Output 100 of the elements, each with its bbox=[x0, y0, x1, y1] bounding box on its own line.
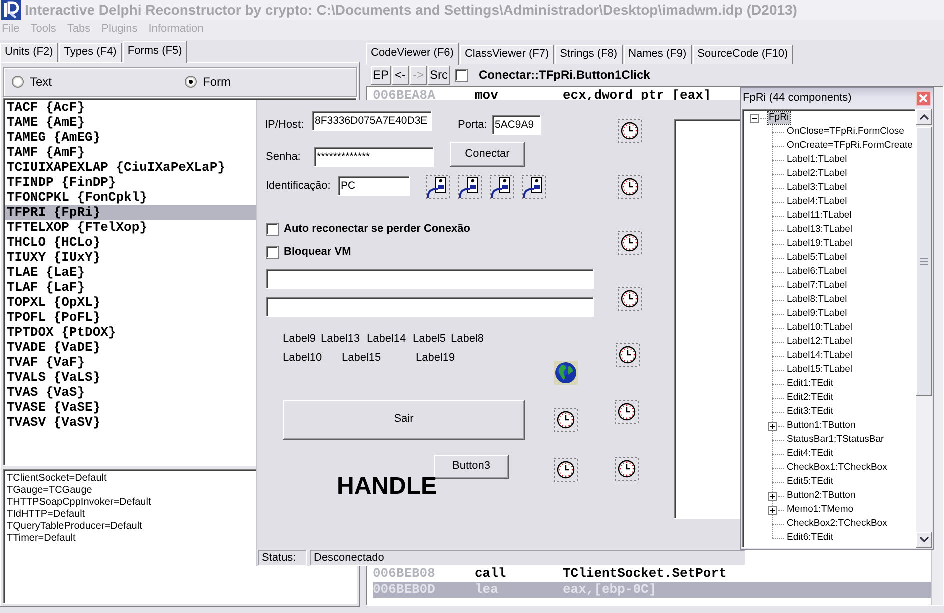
checkbox[interactable]: Auto reconectar se perder Conexão bbox=[266, 222, 470, 236]
tree-item[interactable]: FpRi bbox=[768, 112, 790, 124]
tree-item[interactable]: Edit6:TEdit bbox=[786, 532, 834, 544]
clock-icon bbox=[618, 231, 642, 255]
code-operands: TClientSocket.SetPort bbox=[563, 566, 727, 582]
form-label: IP/Host: bbox=[265, 119, 304, 132]
text-field[interactable] bbox=[266, 297, 594, 317]
form-label: Porta: bbox=[458, 119, 488, 132]
tree-item[interactable]: Label7:TLabel bbox=[786, 280, 848, 292]
expand-icon[interactable] bbox=[768, 492, 777, 500]
window-title: Interactive Delphi Reconstructor by crypto: C:\Documents and Settings\Administrador\Desktop\imadwm.idp (D2013) bbox=[25, 2, 798, 18]
tree-item[interactable]: Label6:TLabel bbox=[786, 266, 848, 278]
tree-item[interactable]: Edit1:TEdit bbox=[786, 378, 834, 390]
tree-item[interactable]: Label12:TLabel bbox=[786, 336, 854, 348]
tree-item[interactable]: CheckBox2:TCheckBox bbox=[786, 518, 888, 530]
text-field[interactable]: 8F3336D075A7E40D3E bbox=[312, 111, 432, 131]
form-label: Label15 bbox=[342, 352, 382, 365]
tree-item[interactable]: Label9:TLabel bbox=[786, 308, 848, 320]
plug-icon bbox=[458, 175, 482, 199]
form-label: Label14 bbox=[367, 333, 406, 346]
radio-option[interactable]: Form bbox=[185, 74, 231, 90]
form-label: Label19 bbox=[416, 352, 456, 365]
tab[interactable]: CodeViewer (F6) bbox=[366, 43, 459, 65]
app-icon bbox=[1, 0, 21, 20]
globe-icon bbox=[554, 361, 578, 385]
tree-item[interactable]: Memo1:TMemo bbox=[786, 504, 855, 516]
caret-down-icon bbox=[920, 537, 928, 543]
tree-item[interactable]: Label8:TLabel bbox=[786, 294, 848, 306]
tree-item[interactable]: Label10:TLabel bbox=[786, 322, 854, 334]
toolbar-button[interactable]: EP bbox=[371, 66, 392, 84]
tab[interactable]: Forms (F5) bbox=[122, 41, 188, 63]
window-title: FpRi (44 components) bbox=[743, 92, 852, 106]
form-button[interactable]: Button3 bbox=[434, 455, 509, 479]
status-panel: Desconectado bbox=[310, 550, 746, 566]
form-label: Label13 bbox=[321, 333, 360, 346]
collapse-icon[interactable] bbox=[750, 114, 759, 122]
close-icon bbox=[919, 94, 928, 103]
tree-item[interactable]: OnClose=TFpRi.FormClose bbox=[786, 126, 906, 138]
tree-item[interactable]: Label19:TLabel bbox=[786, 238, 854, 250]
tree-item[interactable]: Edit2:TEdit bbox=[786, 392, 834, 404]
plug-icon bbox=[490, 175, 514, 199]
tree-item[interactable]: Button1:TButton bbox=[786, 420, 857, 432]
caret-up-icon bbox=[920, 114, 928, 120]
plug-icon bbox=[426, 175, 450, 199]
form-label: Label5 bbox=[413, 333, 446, 346]
tab[interactable]: Units (F2) bbox=[0, 43, 58, 62]
code-address: 006BEA8A bbox=[373, 88, 436, 104]
scroll-thumb[interactable] bbox=[916, 127, 932, 396]
tree-item[interactable]: Label14:TLabel bbox=[786, 350, 854, 362]
form-label: Label9 bbox=[283, 333, 316, 346]
tree-item[interactable]: Label13:TLabel bbox=[786, 224, 854, 236]
tree-item[interactable]: Edit5:TEdit bbox=[786, 476, 834, 488]
tree-item[interactable]: CheckBox1:TCheckBox bbox=[786, 462, 888, 474]
text-field[interactable]: PC bbox=[338, 176, 410, 196]
tree-item[interactable]: Edit4:TEdit bbox=[786, 448, 834, 460]
checkbox-icon[interactable] bbox=[455, 68, 468, 82]
text-field[interactable] bbox=[266, 269, 594, 289]
tree-item[interactable]: Edit3:TEdit bbox=[786, 406, 834, 418]
tab[interactable]: ClassViewer (F7) bbox=[460, 45, 554, 64]
grip-icon bbox=[920, 258, 928, 265]
form-button[interactable]: Sair bbox=[283, 400, 525, 440]
scroll-down-button[interactable] bbox=[916, 532, 932, 548]
clock-icon bbox=[615, 400, 639, 424]
expand-icon[interactable] bbox=[768, 506, 777, 514]
text-field[interactable]: ************* bbox=[314, 147, 434, 167]
heading-text: HANDLE bbox=[337, 475, 437, 499]
form-label: Senha: bbox=[266, 151, 301, 164]
tree-item[interactable]: Label4:TLabel bbox=[786, 196, 848, 208]
checkbox[interactable]: Bloquear VM bbox=[266, 245, 352, 259]
tree-item[interactable]: Button2:TButton bbox=[786, 490, 857, 502]
tree-item[interactable]: Label3:TLabel bbox=[786, 182, 848, 194]
tab[interactable]: Types (F4) bbox=[59, 43, 122, 62]
tree-item[interactable]: Label1:TLabel bbox=[786, 154, 848, 166]
tree-item[interactable]: Label2:TLabel bbox=[786, 168, 848, 180]
form-label: Label8 bbox=[451, 333, 484, 346]
toolbar-button[interactable]: Src bbox=[428, 66, 450, 84]
scrollbar[interactable] bbox=[916, 109, 932, 548]
clock-icon bbox=[615, 457, 639, 481]
code-line[interactable]: 006BEB08 call TClientSocket.SetPort bbox=[373, 566, 931, 582]
info-line: THTTPSoapCppInvoker=Default bbox=[7, 497, 152, 509]
tree-item[interactable]: OnCreate=TFpRi.FormCreate bbox=[786, 140, 914, 152]
scroll-up-button[interactable] bbox=[916, 109, 932, 125]
tree-item[interactable]: Label11:TLabel bbox=[786, 210, 853, 222]
tree-item[interactable]: Label15:TLabel bbox=[786, 364, 854, 376]
code-mnemonic: call bbox=[475, 566, 508, 582]
toolbar-button[interactable]: <- bbox=[392, 66, 410, 84]
tab[interactable]: SourceCode (F10) bbox=[692, 45, 794, 64]
radio-option[interactable]: Text bbox=[12, 74, 185, 90]
form-button[interactable]: Conectar bbox=[450, 142, 525, 167]
info-line: TClientSocket=Default bbox=[7, 473, 108, 485]
tree-item[interactable]: StatusBar1:TStatusBar bbox=[786, 434, 886, 446]
tab[interactable]: Names (F9) bbox=[624, 45, 692, 64]
tab[interactable]: Strings (F8) bbox=[555, 45, 623, 64]
expand-icon[interactable] bbox=[768, 422, 777, 430]
info-line: TQueryTableProducer=Default bbox=[7, 521, 144, 533]
clock-icon bbox=[616, 343, 640, 367]
tree-item[interactable]: Label5:TLabel bbox=[786, 252, 848, 264]
text-field[interactable]: 5AC9A9 bbox=[492, 115, 541, 135]
plug-icon bbox=[522, 175, 546, 199]
procedure-name: Conectar::TFpRi.Button1Click bbox=[479, 68, 650, 82]
